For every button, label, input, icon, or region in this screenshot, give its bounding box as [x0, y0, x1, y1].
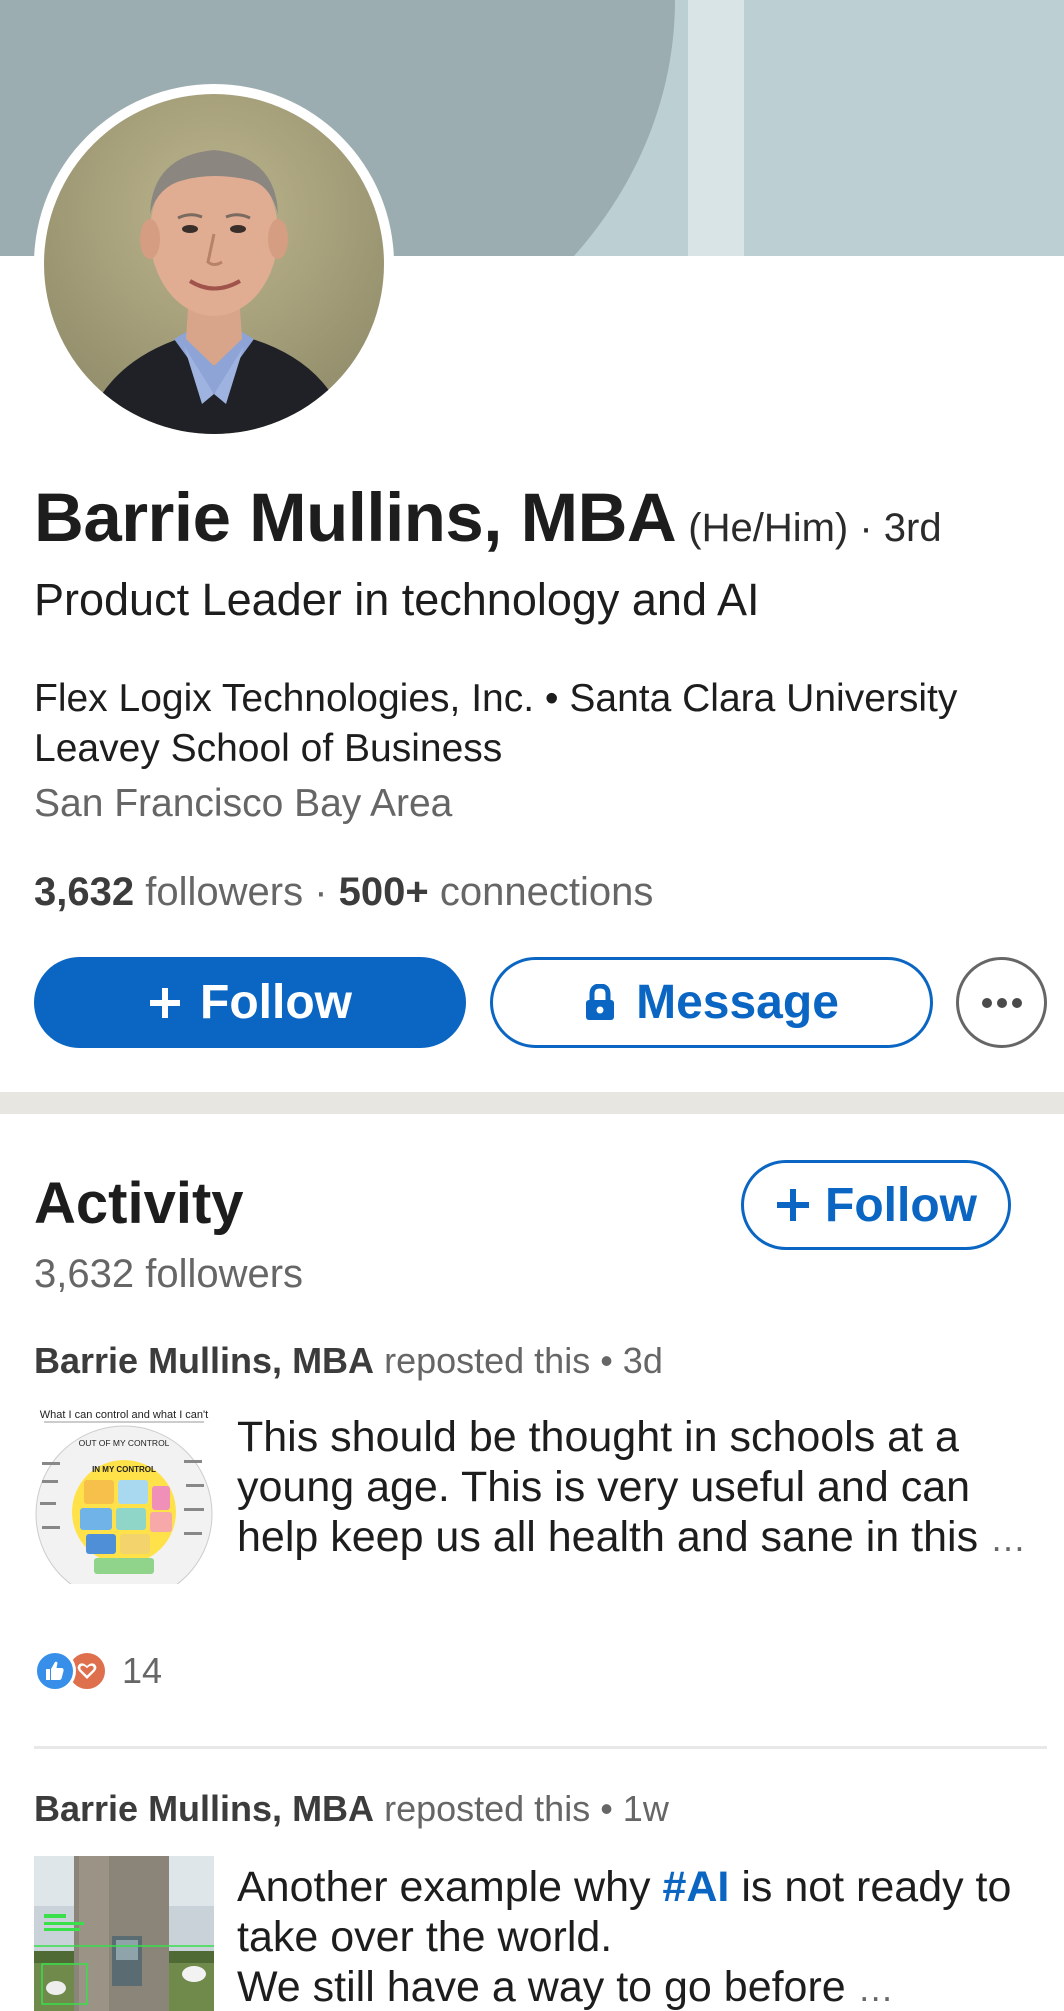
message-button-label: Message [636, 976, 839, 1029]
message-button[interactable]: Message [490, 957, 933, 1048]
post-thumbnail[interactable]: What I can control and what I can't OUT … [34, 1404, 214, 1584]
profile-stats[interactable]: 3,632 followers · 500+ connections [34, 870, 653, 915]
post-thumbnail[interactable] [34, 1856, 214, 2011]
profile-avatar[interactable] [34, 84, 394, 444]
hashtag-link[interactable]: #AI [662, 1863, 729, 1911]
reactions-summary[interactable]: 14 [34, 1650, 162, 1692]
post-meta: reposted this • 1w [384, 1788, 669, 1829]
plus-icon [150, 987, 181, 1018]
profile-name: Barrie Mullins, MBA [34, 479, 677, 556]
company-school[interactable]: Flex Logix Technologies, Inc. • Santa Cl… [34, 674, 1054, 774]
activity-follow-button[interactable]: Follow [741, 1160, 1011, 1250]
thumbnail-outer-label: OUT OF MY CONTROL [79, 1438, 170, 1448]
stats-separator: · [314, 870, 328, 914]
thumbnail-inner-label: IN MY CONTROL [92, 1465, 156, 1474]
post-text[interactable]: This should be thought in schools at a y… [237, 1412, 1037, 1564]
post-header[interactable]: Barrie Mullins, MBA reposted this • 1w [34, 1788, 669, 1830]
post-header[interactable]: Barrie Mullins, MBA reposted this • 3d [34, 1340, 663, 1382]
thumbnail-title: What I can control and what I can't [40, 1409, 208, 1421]
post-meta: reposted this • 3d [384, 1340, 663, 1381]
post-author: Barrie Mullins, MBA [34, 1788, 375, 1829]
profile-location: San Francisco Bay Area [34, 782, 453, 825]
connections-label: connections [439, 870, 654, 914]
activity-title: Activity [34, 1171, 244, 1236]
post-body-line3: We still have a way to go before [237, 1963, 846, 2011]
post-divider [34, 1746, 1047, 1749]
pronouns-degree: (He/Him) · 3rd [688, 506, 942, 550]
more-options-button[interactable] [956, 957, 1047, 1048]
profile-name-row: Barrie Mullins, MBA (He/Him) · 3rd [34, 478, 942, 557]
reaction-count: 14 [122, 1650, 163, 1691]
followers-count: 3,632 [34, 870, 135, 914]
plus-icon [777, 1189, 810, 1221]
post-body: This should be thought in schools at a y… [237, 1413, 979, 1561]
post-body-start: Another example why [237, 1863, 663, 1911]
activity-follow-label: Follow [825, 1178, 977, 1232]
post-author: Barrie Mullins, MBA [34, 1340, 375, 1381]
section-divider [0, 1092, 1064, 1114]
banner-stripe [688, 0, 744, 256]
follow-button-label: Follow [200, 976, 352, 1029]
followers-label: followers [145, 870, 304, 914]
profile-photo [44, 94, 384, 434]
activity-followers: 3,632 followers [34, 1252, 304, 1296]
like-reaction-icon [34, 1650, 76, 1692]
more-options-icon [981, 997, 1022, 1008]
see-more-ellipsis: … [857, 1968, 894, 2009]
connections-count: 500+ [338, 870, 429, 914]
post-text[interactable]: Another example why #AI is not ready to … [237, 1862, 1037, 2011]
see-more-ellipsis: … [990, 1518, 1027, 1559]
profile-headline: Product Leader in technology and AI [34, 574, 760, 625]
follow-button[interactable]: Follow [34, 957, 466, 1048]
lock-icon [586, 983, 615, 1020]
